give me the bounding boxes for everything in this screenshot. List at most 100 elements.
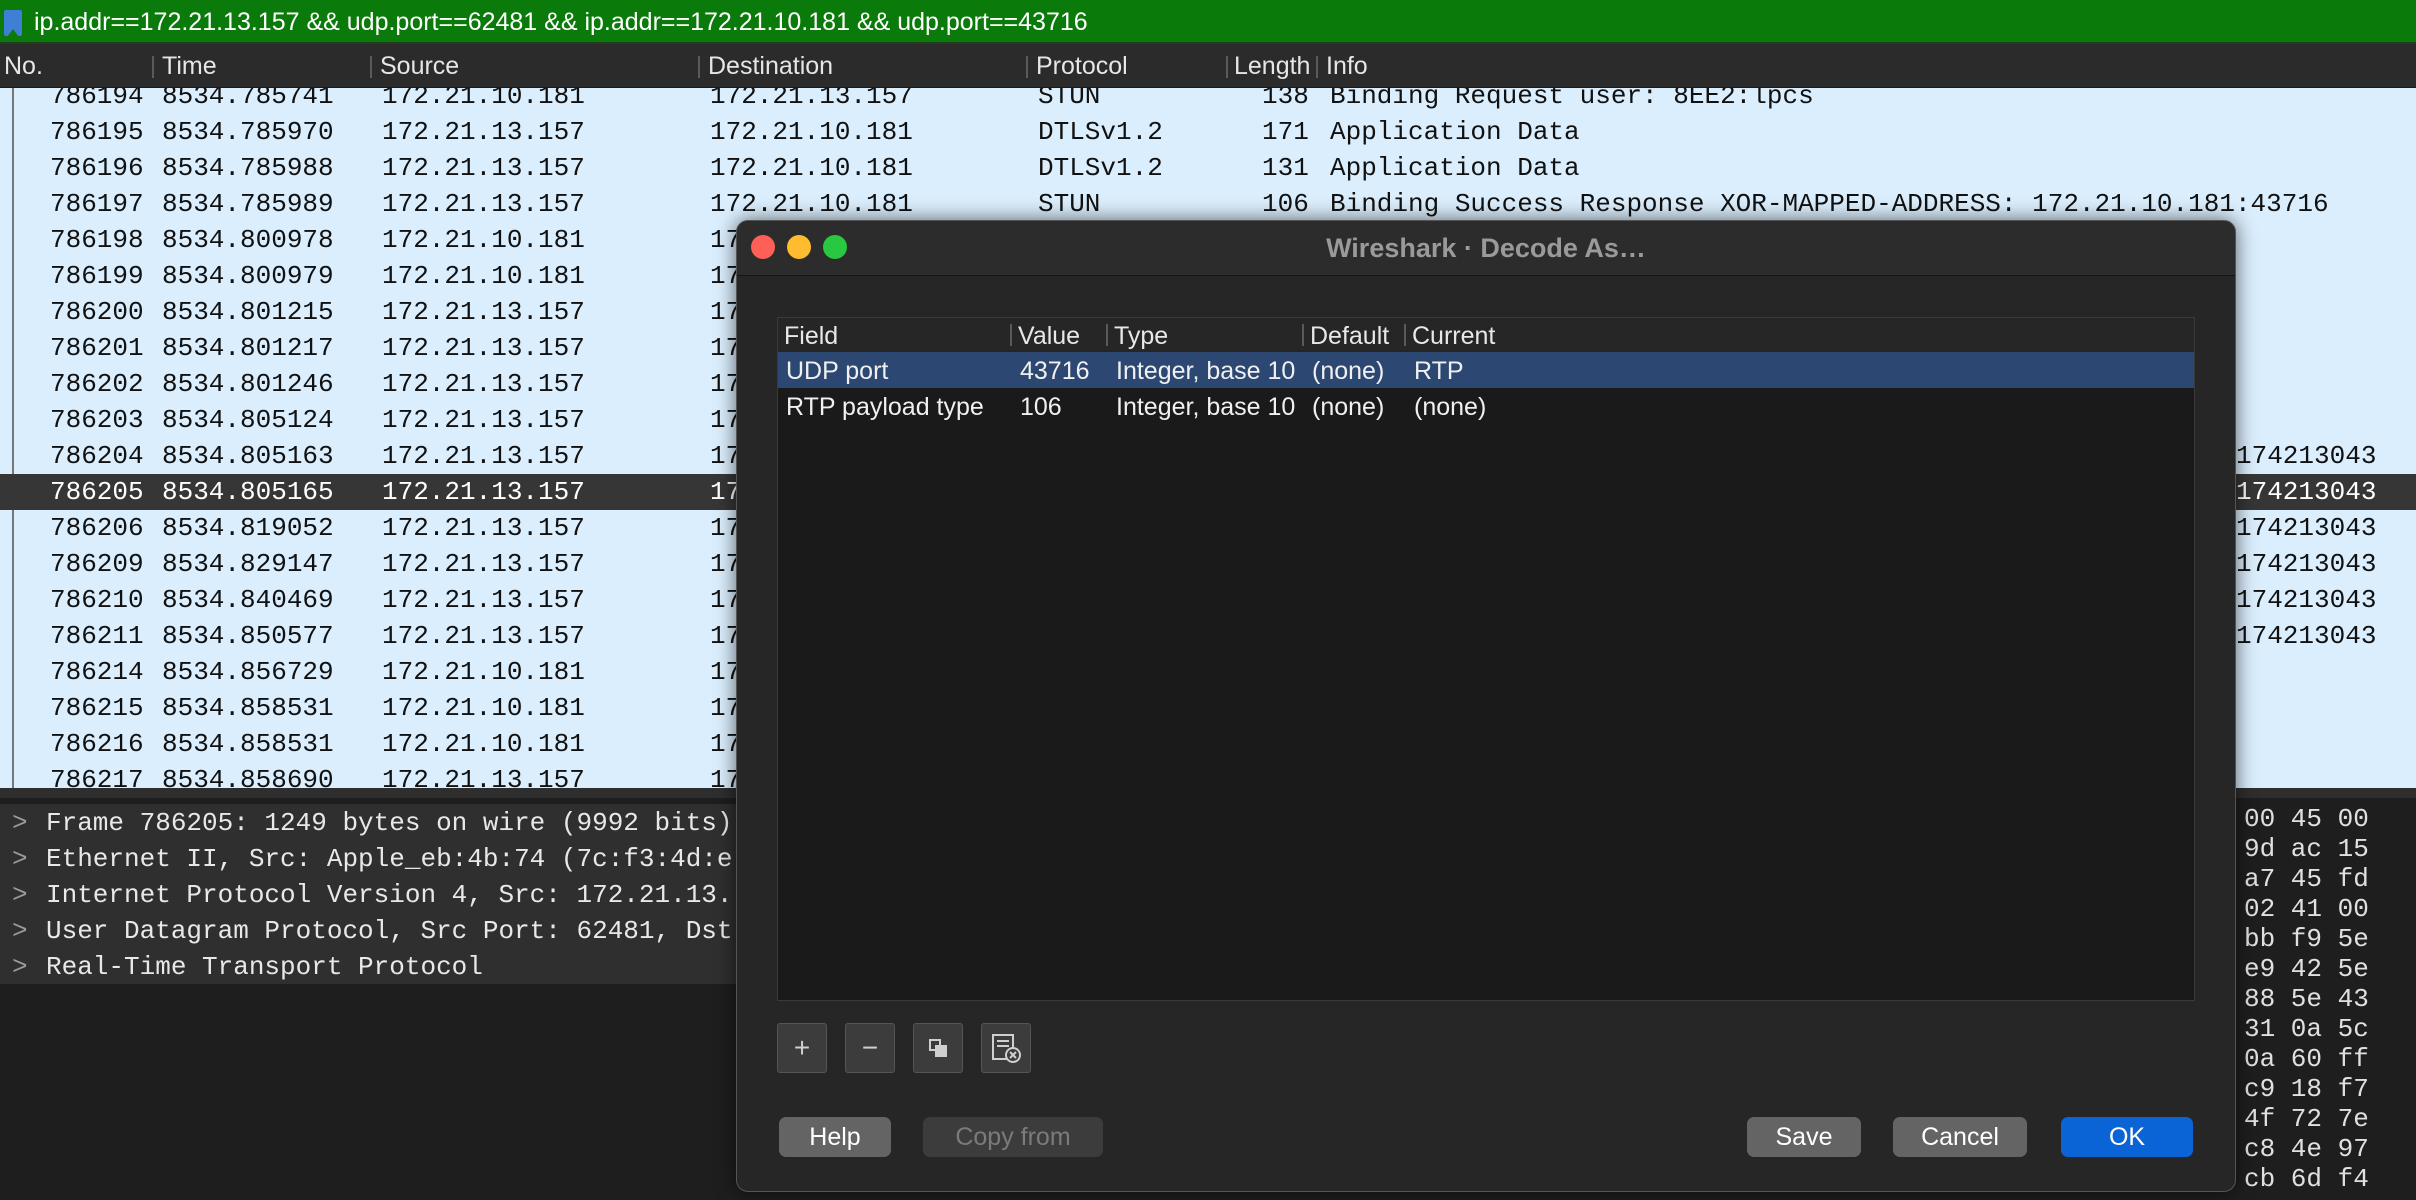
- column-separator[interactable]: [1010, 324, 1012, 346]
- column-header-current[interactable]: Current: [1412, 322, 1495, 351]
- ok-button[interactable]: OK: [2061, 1117, 2193, 1157]
- packet-number-cell: 786201: [50, 333, 144, 363]
- chevron-right-icon[interactable]: >: [12, 844, 28, 874]
- column-separator[interactable]: [370, 56, 372, 78]
- packet-row[interactable]: 786196 8534.785988 172.21.13.157 172.21.10.…: [0, 150, 2416, 186]
- details-tree-row[interactable]: > Internet Protocol Version 4, Src: 172.2…: [0, 876, 740, 912]
- minus-icon: −: [861, 1032, 879, 1063]
- packet-time-cell: 8534.829147: [162, 549, 334, 579]
- remove-entry-button[interactable]: −: [845, 1023, 895, 1073]
- add-entry-button[interactable]: +: [777, 1023, 827, 1073]
- packet-time-cell: 8534.850577: [162, 621, 334, 651]
- clear-all-button[interactable]: [981, 1023, 1031, 1073]
- chevron-right-icon[interactable]: >: [12, 916, 28, 946]
- packet-destination-cell: 172.21.10.181: [710, 153, 913, 183]
- packet-protocol-cell: STUN: [1038, 189, 1101, 219]
- column-separator[interactable]: [1302, 324, 1304, 346]
- details-tree-row[interactable]: > Frame 786205: 1249 bytes on wire (9992 …: [0, 804, 740, 840]
- packet-number-cell: 786209: [50, 549, 144, 579]
- details-tree-label: Ethernet II, Src: Apple_eb:4b:74 (7c:f3:…: [46, 844, 733, 874]
- decode-as-table[interactable]: Field Value Type Default Current UDP por…: [777, 317, 2195, 1001]
- packet-number-cell: 786196: [50, 153, 144, 183]
- packet-info-tail-cell: 174213043: [2236, 513, 2377, 543]
- dialog-titlebar[interactable]: Wireshark · Decode As…: [737, 221, 2235, 276]
- packet-number-cell: 786211: [50, 621, 144, 651]
- packet-number-cell: 786194: [50, 88, 144, 111]
- chevron-right-icon[interactable]: >: [12, 952, 28, 982]
- packet-protocol-cell: DTLSv1.2: [1038, 117, 1163, 147]
- column-header-source[interactable]: Source: [380, 52, 459, 81]
- column-header-value[interactable]: Value: [1018, 322, 1080, 351]
- column-header-default[interactable]: Default: [1310, 322, 1389, 351]
- hex-bytes-line: 0a 60 ff: [2244, 1044, 2369, 1074]
- packet-row[interactable]: 786197 8534.785989 172.21.13.157 172.21.10.…: [0, 186, 2416, 222]
- clear-list-icon: [992, 1034, 1021, 1063]
- packet-info-cell: Binding Request user: 8EE2:lpcs: [1330, 88, 1814, 111]
- value-cell[interactable]: 43716: [1020, 357, 1090, 386]
- hex-bytes-line: a7 45 fd: [2244, 864, 2369, 894]
- value-cell[interactable]: 106: [1020, 393, 1062, 422]
- details-tree-row[interactable]: > User Datagram Protocol, Src Port: 62481…: [0, 912, 740, 948]
- column-separator[interactable]: [1026, 56, 1028, 78]
- packet-info-cell: Binding Success Response XOR-MAPPED-ADDR…: [1330, 189, 2329, 219]
- packet-row[interactable]: 786195 8534.785970 172.21.13.157 172.21.10.…: [0, 114, 2416, 150]
- details-tree-row[interactable]: > Real-Time Transport Protocol: [0, 948, 740, 984]
- column-separator[interactable]: [1106, 324, 1108, 346]
- details-tree-row[interactable]: > Ethernet II, Src: Apple_eb:4b:74 (7c:f3…: [0, 840, 740, 876]
- chevron-right-icon[interactable]: >: [12, 808, 28, 838]
- packet-row[interactable]: 786194 8534.785741 172.21.10.181 172.21.13.…: [0, 88, 2416, 114]
- column-header-length[interactable]: Length: [1234, 52, 1310, 81]
- help-button[interactable]: Help: [779, 1117, 891, 1157]
- packet-time-cell: 8534.800978: [162, 225, 334, 255]
- column-header-no[interactable]: No.: [4, 52, 43, 81]
- packet-source-cell: 172.21.13.157: [382, 405, 585, 435]
- column-header-time[interactable]: Time: [162, 52, 217, 81]
- packet-number-cell: 786199: [50, 261, 144, 291]
- display-filter-input[interactable]: [34, 4, 2404, 40]
- packet-source-cell: 172.21.13.157: [382, 441, 585, 471]
- packet-number-cell: 786198: [50, 225, 144, 255]
- copy-from-button[interactable]: Copy from: [923, 1117, 1103, 1157]
- packet-info-tail-cell: 174213043: [2236, 549, 2377, 579]
- column-header-protocol[interactable]: Protocol: [1036, 52, 1128, 81]
- type-cell: Integer, base 10: [1116, 393, 1296, 421]
- chevron-right-icon[interactable]: >: [12, 880, 28, 910]
- column-header-type[interactable]: Type: [1114, 322, 1168, 351]
- column-separator[interactable]: [152, 56, 154, 78]
- packet-number-cell: 786204: [50, 441, 144, 471]
- save-button[interactable]: Save: [1747, 1117, 1861, 1157]
- cancel-button[interactable]: Cancel: [1893, 1117, 2027, 1157]
- packet-source-cell: 172.21.13.157: [382, 153, 585, 183]
- column-header-info[interactable]: Info: [1326, 52, 1368, 81]
- packet-time-cell: 8534.801217: [162, 333, 334, 363]
- packet-time-cell: 8534.785970: [162, 117, 334, 147]
- decode-as-row[interactable]: UDP port 43716 Integer, base 10 (none) R…: [778, 352, 2194, 388]
- packet-number-cell: 786202: [50, 369, 144, 399]
- column-separator[interactable]: [1226, 56, 1228, 78]
- decode-as-row[interactable]: RTP payload type 106 Integer, base 10 (n…: [778, 388, 2194, 424]
- packet-number-cell: 786215: [50, 693, 144, 723]
- column-separator[interactable]: [1316, 56, 1318, 78]
- current-cell[interactable]: (none): [1414, 393, 1486, 422]
- column-header-destination[interactable]: Destination: [708, 52, 833, 81]
- type-cell: Integer, base 10: [1116, 357, 1296, 385]
- copy-entry-button[interactable]: [913, 1023, 963, 1073]
- column-separator[interactable]: [698, 56, 700, 78]
- current-cell[interactable]: RTP: [1414, 357, 1464, 386]
- column-header-field[interactable]: Field: [784, 322, 838, 351]
- hex-bytes-line: e9 42 5e: [2244, 954, 2369, 984]
- default-cell: (none): [1312, 393, 1385, 421]
- bookmark-icon[interactable]: [4, 10, 22, 37]
- copy-icon: [929, 1039, 947, 1057]
- hex-bytes-line: cb 6d f4: [2244, 1164, 2369, 1194]
- packet-source-cell: 172.21.13.157: [382, 585, 585, 615]
- packet-info-tail-cell: 174213043: [2236, 441, 2377, 471]
- packet-time-cell: 8534.805165: [162, 477, 334, 507]
- packet-number-cell: 786200: [50, 297, 144, 327]
- packet-length-cell: 106: [1262, 189, 1309, 219]
- hex-bytes-line: 9d ac 15: [2244, 834, 2369, 864]
- column-separator[interactable]: [1404, 324, 1406, 346]
- packet-source-cell: 172.21.13.157: [382, 333, 585, 363]
- plus-icon: +: [793, 1032, 811, 1063]
- hex-bytes-line: 00 45 00: [2244, 804, 2369, 834]
